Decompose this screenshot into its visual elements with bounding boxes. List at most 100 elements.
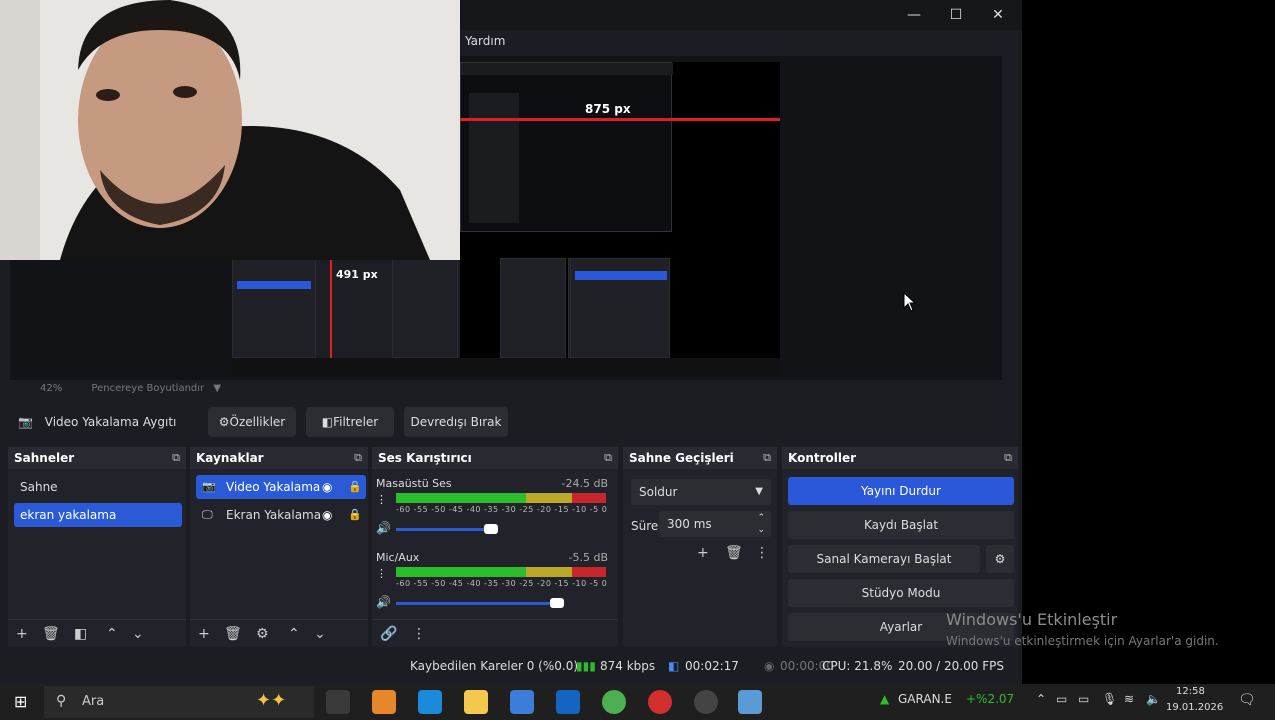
filters-button[interactable]: ◧Filtreler: [306, 407, 394, 437]
edge-icon[interactable]: [418, 690, 442, 714]
signal-icon: ▮▮▮: [576, 659, 596, 673]
chevron-up-icon[interactable]: ⌃: [106, 626, 118, 642]
chrome-icon[interactable]: [602, 690, 626, 714]
meter-scale: -60 -55 -50 -45 -40 -35 -30 -25 -20 -15 …: [396, 505, 608, 514]
wifi-icon[interactable]: ≋: [1124, 692, 1134, 706]
tray-chevron-up-icon[interactable]: ⌃: [1036, 692, 1046, 706]
taskbar-search[interactable]: ⚲ Ara ✦✦: [44, 686, 314, 718]
level-meter: [396, 567, 606, 577]
popout-icon[interactable]: ⧉: [172, 451, 180, 465]
store-icon[interactable]: [510, 690, 534, 714]
trash-icon[interactable]: 🗑: [725, 545, 743, 561]
stock-name[interactable]: GARAN.E: [898, 692, 952, 706]
gear-icon[interactable]: ⚙: [986, 545, 1014, 573]
chevron-down-icon[interactable]: ⌄: [757, 517, 765, 543]
transition-select[interactable]: Soldur ▼: [631, 479, 771, 505]
filter-icon[interactable]: ◧: [74, 626, 87, 642]
studio-mode-button[interactable]: Stüdyo Modu: [788, 579, 1014, 607]
webcam-overlay: [0, 0, 460, 260]
windows-start-icon[interactable]: ⊞: [14, 692, 27, 711]
source-item[interactable]: 🖵 Ekran Yakalama ◉ 🔒: [196, 503, 366, 527]
chevron-down-icon[interactable]: ▼: [213, 383, 221, 394]
virtual-camera-button[interactable]: Sanal Kamerayı Başlat: [788, 545, 980, 573]
tray-device-icon[interactable]: ▭: [1056, 692, 1067, 706]
link-icon[interactable]: 🔗: [380, 626, 397, 642]
duration-spinbox[interactable]: 300 ms ⌃ ⌄: [659, 511, 771, 537]
add-icon[interactable]: +: [198, 626, 210, 642]
volume-slider-handle[interactable]: [484, 524, 498, 534]
stop-stream-button[interactable]: Yayını Durdur: [788, 477, 1014, 505]
volume-icon[interactable]: 🔈: [1146, 692, 1161, 706]
camera-icon: 📷: [18, 415, 33, 429]
trash-icon[interactable]: 🗑: [42, 626, 60, 642]
activation-watermark-title: Windows'u Etkinleştir: [946, 610, 1118, 629]
scene-item[interactable]: Sahne: [14, 475, 182, 499]
transitions-title: Sahne Geçişleri: [629, 451, 734, 465]
transitions-dock: Sahne Geçişleri ⧉ Soldur ▼ Süre 300 ms ⌃ ⌄…: [623, 447, 777, 647]
scene-item-selected[interactable]: ekran yakalama: [14, 503, 182, 527]
close-icon[interactable]: ✕: [978, 4, 1018, 26]
outlook-icon[interactable]: [556, 690, 580, 714]
obs-icon[interactable]: [694, 690, 718, 714]
scenes-dock: Sahneler ⧉ Sahne ekran yakalama + 🗑 ◧ ⌃ ⌄: [8, 447, 186, 647]
source-item-selected[interactable]: 📷 Video Yakalama ◉ 🔒: [196, 475, 366, 499]
popout-icon[interactable]: ⧉: [1004, 451, 1012, 465]
explorer-icon[interactable]: [464, 690, 488, 714]
clock-date[interactable]: 19.01.2026: [1166, 702, 1223, 713]
preview-zoom-bar: 42% Pencereye Boyutlandır ▼: [14, 383, 221, 394]
lock-icon[interactable]: 🔒: [348, 475, 362, 499]
nested-taskbar: [232, 358, 460, 376]
nested-dock-3: [570, 258, 670, 358]
popout-icon[interactable]: ⧉: [763, 451, 771, 465]
clock-time[interactable]: 12:58: [1176, 686, 1205, 697]
add-icon[interactable]: +: [16, 626, 28, 642]
controls-title: Kontroller: [788, 451, 857, 465]
volume-slider-track[interactable]: [396, 602, 556, 605]
minimize-icon[interactable]: —: [894, 4, 934, 26]
copilot-icon[interactable]: [372, 690, 396, 714]
eye-icon[interactable]: ◉: [322, 503, 332, 527]
more-icon[interactable]: ⋮: [755, 545, 769, 561]
stock-change[interactable]: +%2.07: [966, 692, 1014, 706]
start-record-button[interactable]: Kaydı Başlat: [788, 511, 1014, 539]
more-icon[interactable]: ⋮: [376, 493, 387, 506]
tray-screen-icon[interactable]: ▭: [1078, 692, 1089, 706]
volume-slider-handle[interactable]: [550, 598, 564, 608]
bitrate: 874 kbps: [600, 659, 656, 673]
notification-icon[interactable]: 🗨: [1238, 692, 1256, 708]
gear-icon[interactable]: ⚙: [256, 626, 269, 642]
chevron-down-icon[interactable]: ⌄: [132, 626, 144, 642]
eye-icon[interactable]: ◉: [322, 475, 332, 499]
chevron-up-icon[interactable]: ⌃: [288, 626, 300, 642]
lock-icon[interactable]: 🔒: [348, 503, 362, 527]
chevron-down-icon[interactable]: ⌄: [314, 626, 326, 642]
zoom-label[interactable]: 42%: [40, 383, 62, 394]
opera-icon[interactable]: [648, 690, 672, 714]
menu-help[interactable]: Yardım: [465, 34, 505, 48]
sources-dock: Kaynaklar ⧉ 📷 Video Yakalama ◉ 🔒 🖵 Ekran …: [190, 447, 368, 647]
chevron-down-icon: ▼: [755, 486, 763, 497]
volume-slider-track[interactable]: [396, 528, 486, 531]
microphone-icon[interactable]: 🎙: [1102, 692, 1117, 706]
add-icon[interactable]: +: [697, 545, 709, 561]
deactivate-button[interactable]: Devredışı Bırak: [404, 407, 508, 437]
task-view-icon[interactable]: [326, 690, 350, 714]
duration-label: Süre: [631, 519, 659, 533]
scale-mode-label[interactable]: Pencereye Boyutlandır: [91, 383, 204, 394]
scenes-title: Sahneler: [14, 451, 75, 465]
popout-icon[interactable]: ⧉: [354, 451, 362, 465]
more-icon[interactable]: ⋮: [412, 626, 426, 642]
trash-icon[interactable]: 🗑: [224, 626, 242, 642]
speaker-icon[interactable]: 🔊: [376, 595, 391, 609]
nested-dock-1: [500, 258, 566, 358]
gear-icon: ⚙: [218, 415, 230, 429]
stock-up-icon: ▲: [880, 692, 890, 706]
more-icon[interactable]: ⋮: [376, 567, 387, 580]
properties-button[interactable]: ⚙Özellikler: [208, 407, 296, 437]
maximize-icon[interactable]: ☐: [936, 4, 976, 26]
popout-icon[interactable]: ⧉: [604, 451, 612, 465]
webcam-app-icon[interactable]: [738, 690, 762, 714]
speaker-icon[interactable]: 🔊: [376, 521, 391, 535]
dropped-frames: Kaybedilen Kareler 0 (%0.0): [410, 659, 579, 673]
stream-icon: ◧: [668, 659, 680, 673]
